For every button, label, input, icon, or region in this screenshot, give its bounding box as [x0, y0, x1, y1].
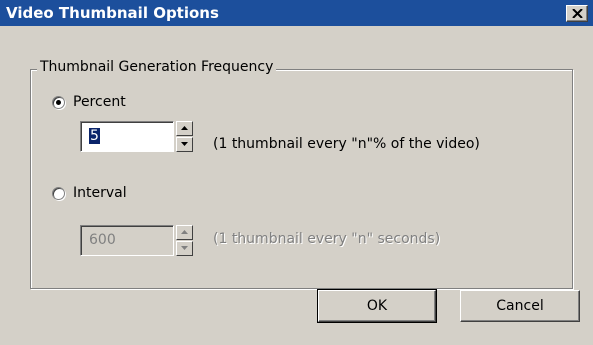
percent-radio-circle[interactable]: [52, 95, 65, 109]
interval-spin-down-button: [176, 241, 193, 256]
title-bar[interactable]: Video Thumbnail Options: [0, 0, 593, 26]
close-icon: [572, 9, 583, 18]
window-title: Video Thumbnail Options: [6, 4, 219, 22]
percent-radio[interactable]: Percent: [52, 94, 126, 110]
radio-selected-dot: [56, 99, 61, 105]
arrow-down-icon: [181, 142, 188, 146]
percent-input-value: 5: [89, 128, 100, 144]
percent-hint: (1 thumbnail every "n"% of the video): [213, 136, 480, 152]
percent-spin-up-button[interactable]: [176, 121, 193, 136]
arrow-up-icon: [181, 126, 188, 130]
interval-hint: (1 thumbnail every "n" seconds): [213, 231, 441, 247]
interval-spin-up-button: [176, 225, 193, 240]
arrow-up-icon: [181, 230, 188, 234]
percent-radio-label: Percent: [73, 94, 126, 110]
interval-radio-label: Interval: [73, 185, 127, 201]
cancel-button[interactable]: Cancel: [460, 290, 580, 322]
percent-input[interactable]: 5: [80, 121, 174, 152]
interval-spinner: [176, 225, 193, 256]
percent-spinner[interactable]: [176, 121, 193, 152]
percent-spin-down-button[interactable]: [176, 137, 193, 152]
interval-radio[interactable]: Interval: [52, 185, 127, 201]
interval-radio-circle[interactable]: [52, 186, 65, 200]
close-button[interactable]: [566, 5, 588, 22]
interval-input: 600: [80, 225, 174, 256]
arrow-down-icon: [181, 246, 188, 250]
ok-button[interactable]: OK: [317, 289, 437, 323]
groupbox-label: Thumbnail Generation Frequency: [37, 59, 277, 75]
interval-input-value: 600: [89, 232, 116, 248]
